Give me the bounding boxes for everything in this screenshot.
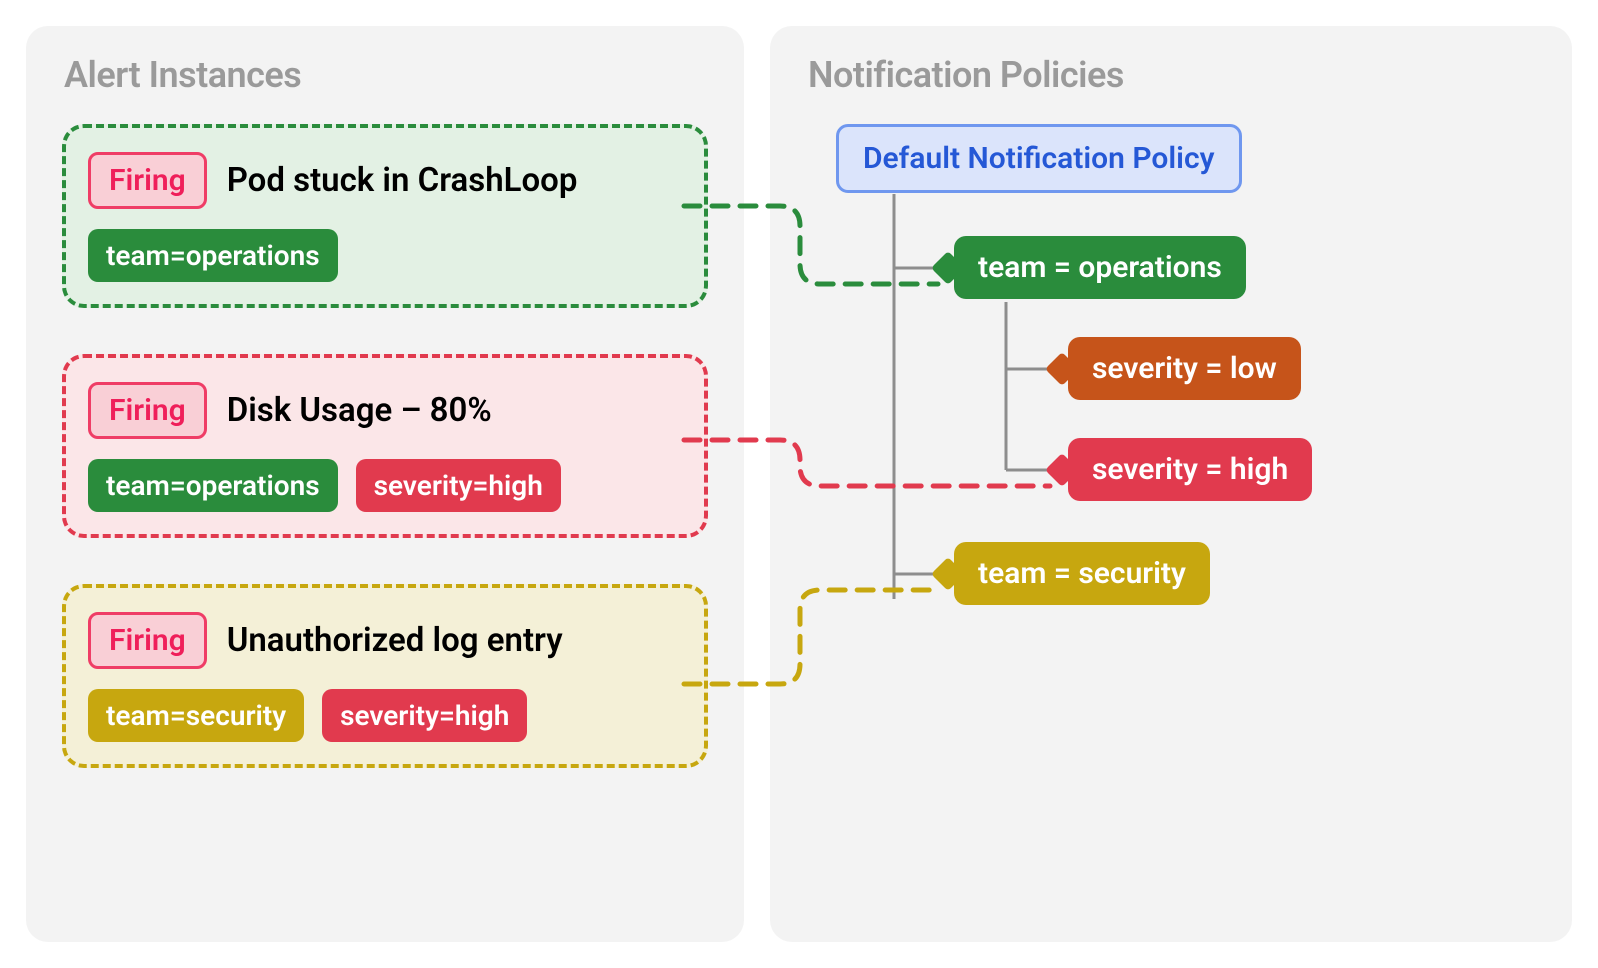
policy-label: team = security: [978, 556, 1186, 591]
tag: team=security: [88, 689, 304, 742]
notification-policies-title: Notification Policies: [808, 54, 1536, 96]
diagram-canvas: Alert Instances Firing Pod stuck in Cras…: [0, 0, 1598, 968]
alert-instances-panel: Alert Instances Firing Pod stuck in Cras…: [26, 26, 744, 942]
policy-severity-high: severity = high: [1068, 438, 1312, 501]
policy-default: Default Notification Policy: [836, 124, 1242, 193]
policy-label: team = operations: [978, 250, 1222, 285]
alert-card: Firing Disk Usage – 80% team=operations …: [62, 354, 708, 538]
alert-card: Firing Unauthorized log entry team=secur…: [62, 584, 708, 768]
alert-instances-title: Alert Instances: [64, 54, 708, 96]
alert-title: Disk Usage – 80%: [227, 391, 492, 430]
policy-team-security: team = security: [954, 542, 1210, 605]
notification-policies-panel: Notification Policies Default Notificati…: [770, 26, 1572, 942]
tree-connectors: [806, 124, 1598, 724]
alert-title: Unauthorized log entry: [227, 621, 563, 660]
policy-severity-low: severity = low: [1068, 337, 1301, 400]
firing-badge: Firing: [88, 382, 207, 439]
policy-team-operations: team = operations: [954, 236, 1246, 299]
policy-label: severity = low: [1092, 351, 1277, 386]
policy-default-label: Default Notification Policy: [863, 141, 1215, 176]
alert-title: Pod stuck in CrashLoop: [227, 161, 578, 200]
tag: severity=high: [322, 689, 527, 742]
firing-badge: Firing: [88, 152, 207, 209]
alert-card: Firing Pod stuck in CrashLoop team=opera…: [62, 124, 708, 308]
firing-badge: Firing: [88, 612, 207, 669]
tag: team=operations: [88, 229, 338, 282]
tag: severity=high: [356, 459, 561, 512]
tag: team=operations: [88, 459, 338, 512]
policy-tree: Default Notification Policy team = opera…: [806, 124, 1536, 724]
policy-label: severity = high: [1092, 452, 1288, 487]
